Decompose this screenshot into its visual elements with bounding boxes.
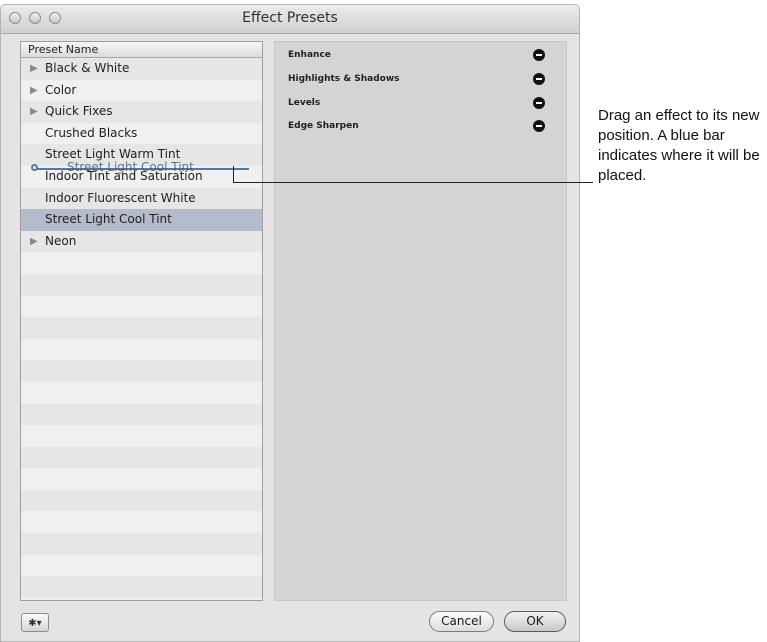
empty-row	[21, 554, 262, 577]
empty-row	[21, 468, 262, 490]
preset-label: Black & White	[45, 61, 130, 75]
callout-leader-line-vertical	[233, 166, 234, 183]
empty-row	[21, 403, 262, 426]
empty-row	[21, 533, 262, 555]
callout-leader-line-horizontal	[233, 182, 593, 183]
cancel-button[interactable]: Cancel	[429, 611, 494, 632]
title-bar: Effect Presets	[1, 5, 579, 34]
preset-row-crushed-blacks[interactable]: Crushed Blacks	[21, 122, 262, 145]
preset-label: Quick Fixes	[45, 104, 113, 119]
callout-annotation: Drag an effect to its new position. A bl…	[598, 107, 760, 184]
effect-item-highlights-shadows[interactable]: Highlights & Shadows	[288, 74, 400, 84]
disclosure-triangle-icon[interactable]: ▶	[30, 80, 38, 102]
preset-label: Indoor Fluorescent White	[45, 190, 196, 205]
ok-button[interactable]: OK	[504, 611, 566, 632]
empty-row	[21, 338, 262, 361]
preset-row-street-light-cool-tint[interactable]: Street Light Cool Tint	[21, 209, 262, 231]
effects-list-panel: Enhance Highlights & Shadows Levels Edge…	[274, 41, 567, 601]
empty-row	[21, 252, 262, 274]
empty-row	[21, 597, 262, 600]
effect-item-edge-sharpen[interactable]: Edge Sharpen	[288, 121, 359, 131]
empty-row	[21, 360, 262, 382]
preset-row-color[interactable]: ▶ Color	[21, 79, 262, 102]
effect-presets-window: Effect Presets Preset Name ▶ Black & Whi…	[0, 4, 580, 642]
preset-row-neon[interactable]: ▶ Neon	[21, 230, 262, 253]
disclosure-triangle-icon[interactable]: ▶	[30, 231, 38, 253]
empty-row	[21, 511, 262, 534]
preset-label: Color	[45, 82, 77, 97]
disclosure-triangle-icon[interactable]: ▶	[30, 101, 38, 123]
remove-effect-edge-sharpen-icon[interactable]	[533, 120, 545, 132]
preset-rows: ▶ Black & White ▶ Color ▶ Quick Fixes Cr…	[21, 58, 262, 600]
preset-list[interactable]: Preset Name ▶ Black & White ▶ Color ▶ Qu…	[20, 41, 263, 601]
preset-row-indoor-fluorescent-white[interactable]: Indoor Fluorescent White	[21, 187, 262, 210]
preset-label: Neon	[45, 233, 77, 248]
empty-row	[21, 295, 262, 318]
disclosure-triangle-icon[interactable]: ▶	[30, 58, 38, 80]
remove-effect-highlights-shadows-icon[interactable]	[533, 73, 545, 85]
empty-row	[21, 489, 262, 512]
effect-item-enhance[interactable]: Enhance	[288, 50, 331, 60]
empty-row	[21, 425, 262, 447]
effect-item-levels[interactable]: Levels	[288, 98, 320, 108]
preset-row-quick-fixes[interactable]: ▶ Quick Fixes	[21, 101, 262, 123]
drop-indicator-dot-icon	[31, 164, 38, 171]
empty-row	[21, 317, 262, 339]
gear-action-menu-button[interactable]: ✱▾	[21, 613, 49, 632]
empty-row	[21, 381, 262, 404]
preset-label: Street Light Cool Tint	[45, 212, 172, 227]
preset-name-column-header[interactable]: Preset Name	[21, 42, 262, 58]
empty-row	[21, 273, 262, 296]
dragged-item-ghost: Street Light Cool Tint	[67, 160, 194, 174]
window-title: Effect Presets	[242, 10, 338, 26]
empty-row	[21, 576, 262, 598]
remove-effect-enhance-icon[interactable]	[533, 49, 545, 61]
empty-row	[21, 446, 262, 469]
gear-icon: ✱▾	[28, 618, 42, 629]
preset-row-black-white[interactable]: ▶ Black & White	[21, 58, 262, 80]
preset-label: Crushed Blacks	[45, 125, 138, 140]
remove-effect-levels-icon[interactable]	[533, 97, 545, 109]
